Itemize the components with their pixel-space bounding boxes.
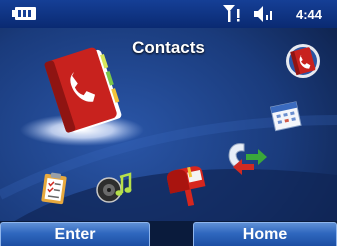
home-softkey[interactable]: Home xyxy=(193,222,337,246)
enter-softkey[interactable]: Enter xyxy=(0,222,150,246)
calendar-icon[interactable] xyxy=(268,99,306,135)
contacts-book-icon[interactable] xyxy=(43,44,125,142)
contacts-small-icon[interactable] xyxy=(285,41,321,81)
clipboard-icon[interactable] xyxy=(39,171,69,207)
clock: 4:44 xyxy=(296,7,323,22)
phone-home-screen: 4:44 Contacts Enter Home xyxy=(0,0,337,246)
mailbox-icon[interactable] xyxy=(165,164,209,210)
call-history-icon[interactable] xyxy=(224,140,270,180)
battery-icon xyxy=(12,7,36,20)
signal-icon xyxy=(223,5,240,22)
softkey-bar: Enter Home xyxy=(0,221,337,246)
volume-icon xyxy=(254,6,272,22)
status-bar: 4:44 xyxy=(0,0,337,28)
music-icon[interactable] xyxy=(95,171,133,205)
